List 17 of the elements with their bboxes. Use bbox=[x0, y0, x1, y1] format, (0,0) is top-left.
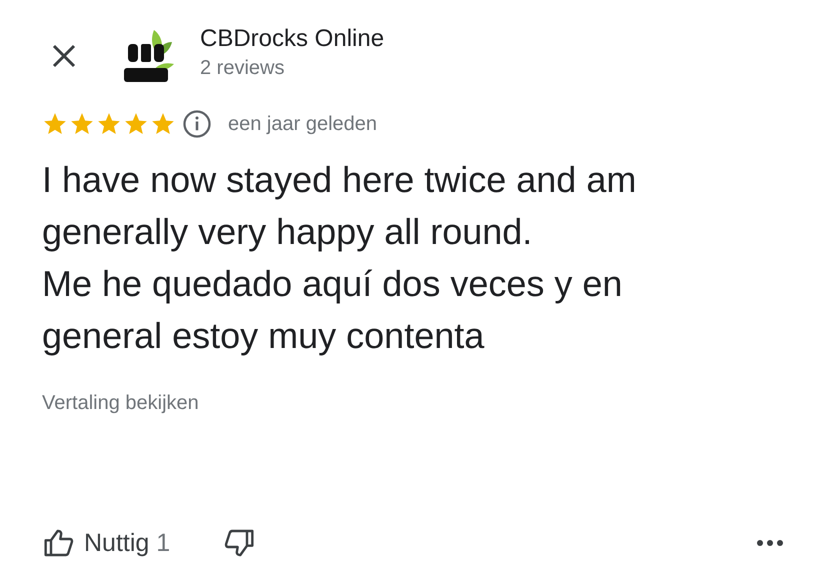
review-time: een jaar geleden bbox=[228, 112, 378, 136]
review-text: I have now stayed here twice and am generally very happy all round. bbox=[42, 158, 638, 254]
thumbs-down-icon bbox=[222, 527, 256, 559]
helpful-button[interactable]: Nuttig 1 bbox=[42, 527, 170, 559]
star-icon bbox=[150, 111, 176, 137]
business-name: CBDrocks Online bbox=[200, 24, 384, 52]
thumbs-down-button[interactable] bbox=[222, 527, 256, 559]
more-icon bbox=[756, 539, 784, 547]
star-icon bbox=[69, 111, 95, 137]
info-icon[interactable] bbox=[182, 109, 212, 139]
translation-link[interactable]: Vertaling bekijken bbox=[42, 392, 199, 415]
review-text: Me he quedado aquí dos veces y en general estoy muy contenta bbox=[42, 262, 624, 358]
review-count: 2 reviews bbox=[200, 56, 286, 80]
star-icon bbox=[42, 111, 68, 137]
star-icon bbox=[123, 111, 149, 137]
star-icon bbox=[96, 111, 122, 137]
thumbs-up-icon bbox=[42, 527, 76, 559]
